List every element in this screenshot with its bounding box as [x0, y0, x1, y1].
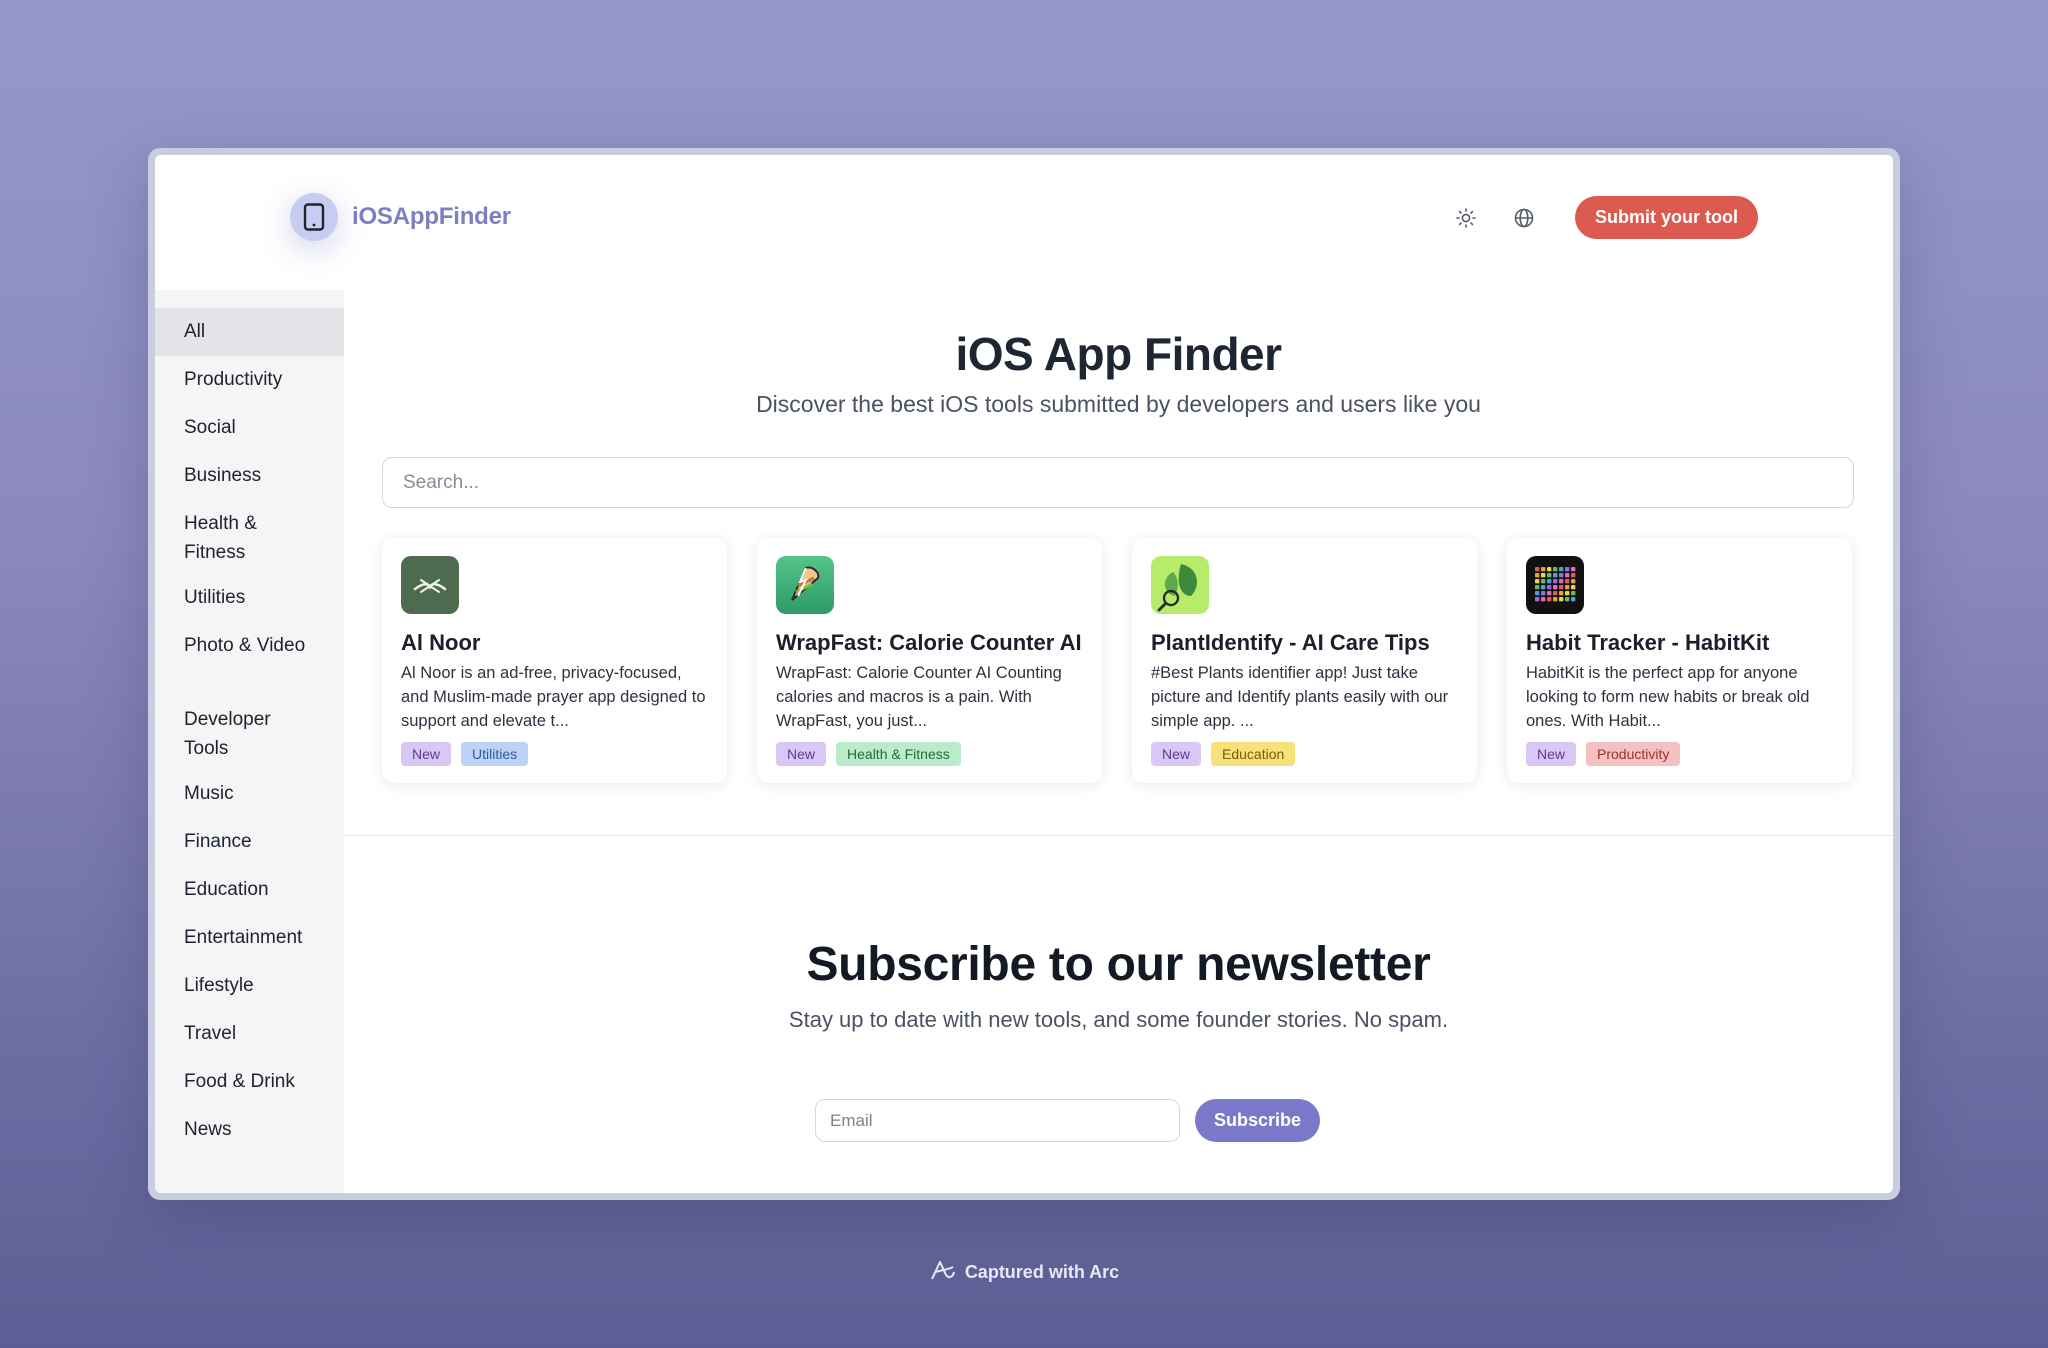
sidebar-item-health-fitness[interactable]: Health & Fitness	[155, 500, 344, 574]
sidebar-item-developer-tools[interactable]: Developer Tools	[155, 696, 344, 770]
globe-icon[interactable]	[1509, 203, 1539, 233]
tag-badge: New	[1151, 742, 1202, 766]
search-input[interactable]	[382, 457, 1854, 508]
header-actions: Submit your tool	[1451, 196, 1758, 239]
sidebar-item-business[interactable]: Business	[155, 452, 344, 500]
app-card-tags: New Utilities	[401, 742, 708, 766]
app-card[interactable]: PlantIdentify - AI Care Tips #Best Plants…	[1132, 538, 1477, 783]
tag-badge: New	[401, 742, 452, 766]
app-card-title: WrapFast: Calorie Counter AI	[776, 630, 1082, 655]
app-card[interactable]: Al Noor Al Noor is an ad-free, privacy-fo…	[382, 538, 727, 783]
book-icon	[401, 556, 459, 614]
sidebar-item-productivity[interactable]: Productivity	[155, 356, 344, 404]
captured-label: Captured with Arc	[964, 1262, 1120, 1282]
sidebar-item-entertainment[interactable]: Entertainment	[155, 914, 344, 962]
page-subtitle: Discover the best iOS tools submitted by…	[756, 391, 1481, 417]
app-card-title: PlantIdentify - AI Care Tips	[1151, 630, 1430, 655]
main-content: iOS App Finder Discover the best iOS too…	[344, 285, 1893, 418]
sidebar-item-social[interactable]: Social	[155, 404, 344, 452]
sidebar-item-travel[interactable]: Travel	[155, 1010, 344, 1058]
app-card[interactable]: Habit Tracker - HabitKit HabitKit is the …	[1507, 538, 1852, 783]
tag-badge: Education	[1211, 742, 1296, 766]
newsletter-title: Subscribe to our newsletter	[806, 938, 1431, 991]
app-card-description: HabitKit is the perfect app for anyone l…	[1526, 664, 1810, 730]
arc-logo-icon	[929, 1258, 957, 1287]
tag-badge: Health & Fitness	[836, 742, 961, 766]
subscribe-button[interactable]: Subscribe	[1195, 1099, 1321, 1142]
app-card-title: Habit Tracker - HabitKit	[1526, 630, 1770, 655]
phone-icon	[290, 193, 338, 241]
sidebar-item-music[interactable]: Music	[155, 770, 344, 818]
submit-tool-button[interactable]: Submit your tool	[1575, 196, 1758, 239]
section-divider	[344, 835, 1893, 836]
newsletter-subtitle: Stay up to date with new tools, and some…	[788, 1007, 1449, 1032]
tag-badge: Productivity	[1586, 742, 1681, 766]
logo-text: iOSAppFinder	[352, 203, 511, 230]
sidebar-item-news[interactable]: News	[155, 1106, 344, 1154]
sidebar-item-utilities[interactable]: Utilities	[155, 574, 344, 622]
logo[interactable]: iOSAppFinder	[290, 193, 511, 241]
sidebar-item-lifestyle[interactable]: Lifestyle	[155, 962, 344, 1010]
browser-window: iOSAppFinder Submit your tool All Produc…	[148, 148, 1900, 1200]
app-card-tags: New Education	[1151, 742, 1458, 766]
category-sidebar: All Productivity Social Business Health & Fi…	[155, 290, 344, 1193]
app-card-tags: New Health & Fitness	[776, 742, 1083, 766]
header: iOSAppFinder Submit your tool	[155, 155, 1893, 285]
app-card-description: WrapFast: Calorie Counter AI Counting ca…	[776, 664, 1062, 730]
sidebar-item-finance[interactable]: Finance	[155, 818, 344, 866]
tag-badge: New	[1526, 742, 1577, 766]
leaf-icon	[1151, 556, 1209, 614]
app-card-description: #Best Plants identifier app! Just take p…	[1151, 664, 1449, 730]
sun-icon[interactable]	[1451, 203, 1481, 233]
app-card-tags: New Productivity	[1526, 742, 1833, 766]
tag-badge: New	[776, 742, 827, 766]
sidebar-item-photo-video[interactable]: Photo & Video	[155, 622, 344, 696]
app-card-description: Al Noor is an ad-free, privacy-focused, …	[401, 664, 706, 730]
page: iOSAppFinder Submit your tool All Produc…	[155, 155, 1893, 1193]
sidebar-item-all[interactable]: All	[155, 308, 344, 356]
tag-badge: Utilities	[461, 742, 529, 766]
grid-icon	[1526, 556, 1584, 614]
email-field[interactable]	[815, 1099, 1180, 1142]
app-card[interactable]: WrapFast: Calorie Counter AI WrapFast: Ca…	[757, 538, 1102, 783]
app-card-title: Al Noor	[401, 630, 481, 655]
app-card-grid: Al Noor Al Noor is an ad-free, privacy-fo…	[382, 538, 1854, 783]
burrito-icon	[776, 556, 834, 614]
sidebar-item-food-drink[interactable]: Food & Drink	[155, 1058, 344, 1106]
page-title: iOS App Finder	[955, 328, 1282, 380]
captured-with-arc: Captured with Arc	[0, 1258, 2048, 1287]
sidebar-item-education[interactable]: Education	[155, 866, 344, 914]
